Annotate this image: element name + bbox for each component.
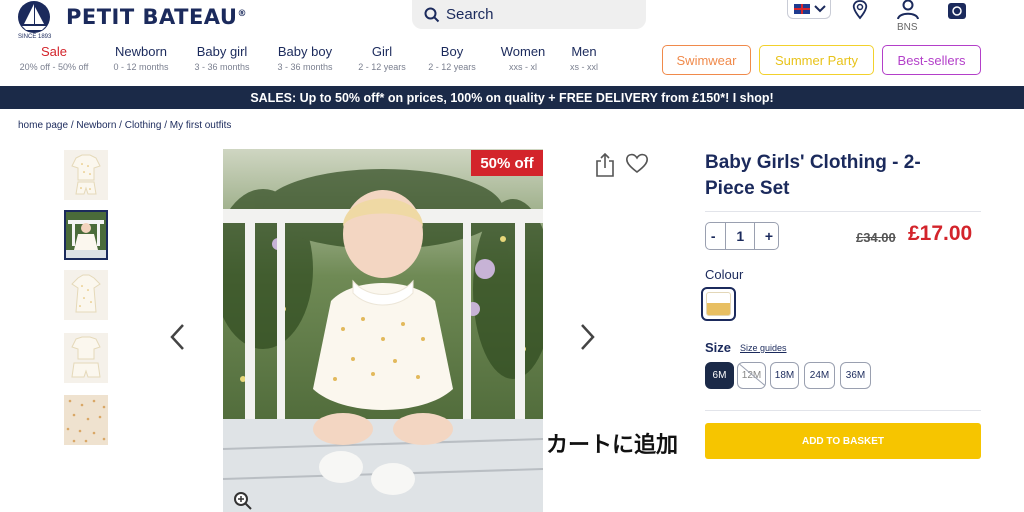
- location-pin-icon[interactable]: [851, 0, 869, 20]
- nav-subtitle: xxs - xl: [509, 62, 537, 72]
- product-title: Baby Girls' Clothing - 2-Piece Set: [705, 152, 921, 199]
- brand-name: PETIT BATEAU®: [66, 5, 247, 29]
- set-thumbnail-image: [71, 336, 101, 378]
- nav-subtitle: 20% off - 50% off: [19, 62, 89, 72]
- swatch-color: [706, 292, 731, 316]
- size-option-36m[interactable]: 36M: [840, 362, 871, 389]
- nav-subtitle: 0 - 12 months: [113, 62, 169, 72]
- discount-badge: 50% off: [471, 150, 543, 176]
- nav-title: Baby boy: [277, 44, 333, 59]
- nav-title: Baby girl: [196, 44, 248, 59]
- size-option-24m[interactable]: 24M: [804, 362, 835, 389]
- chevron-right-icon[interactable]: [579, 323, 597, 351]
- user-icon[interactable]: [896, 0, 920, 20]
- add-to-basket-button[interactable]: ADD TO BASKET: [705, 423, 981, 459]
- chevron-left-icon[interactable]: [168, 323, 186, 351]
- qty-separator: [753, 222, 755, 250]
- basket-icon[interactable]: [946, 0, 968, 20]
- qty-decrease-button[interactable]: -: [711, 228, 716, 244]
- qty-separator: [725, 222, 727, 250]
- nav-title: Girl: [371, 44, 393, 59]
- brand-logo[interactable]: PETIT BATEAU® SINCE 1893: [16, 0, 247, 40]
- nav-item-sale[interactable]: Sale 20% off - 50% off: [18, 44, 90, 72]
- nav-title: Women: [500, 44, 546, 59]
- size-option-6m[interactable]: 6M: [705, 362, 734, 389]
- thumbnail-5[interactable]: [64, 395, 108, 445]
- original-price: £34.00: [856, 230, 896, 245]
- nav-item-baby-boy[interactable]: Baby boy 3 - 36 months: [273, 44, 337, 72]
- zoom-icon[interactable]: [233, 491, 253, 511]
- annotation-label: カートに追加: [546, 433, 679, 458]
- search-bar[interactable]: Search: [412, 0, 646, 29]
- nav-item-newborn[interactable]: Newborn 0 - 12 months: [110, 44, 172, 72]
- colour-label: Colour: [705, 267, 744, 282]
- nav-title: Men: [571, 44, 597, 59]
- qty-increase-button[interactable]: +: [765, 228, 773, 244]
- pill-summer-party[interactable]: Summer Party: [759, 45, 874, 75]
- account-initials[interactable]: BNS: [897, 22, 918, 33]
- thumbnail-4[interactable]: [64, 333, 108, 383]
- baby-on-bench-photo: [223, 149, 543, 512]
- promo-banner[interactable]: SALES: Up to 50% off* on prices, 100% on…: [0, 86, 1024, 109]
- qty-value[interactable]: 1: [736, 228, 744, 244]
- baby-photo-thumbnail-image: [66, 212, 106, 258]
- size-option-12m[interactable]: 12M: [737, 362, 766, 389]
- search-label: Search: [446, 6, 494, 23]
- search-icon: [424, 7, 440, 22]
- fabric-detail-thumbnail-image: [64, 395, 108, 445]
- brand-tagline: SINCE 1893: [18, 34, 52, 40]
- nav-subtitle: 3 - 36 months: [277, 62, 333, 72]
- nav-item-men[interactable]: Men xs - xxl: [564, 44, 604, 72]
- main-product-image[interactable]: [223, 149, 543, 512]
- size-option-18m[interactable]: 18M: [770, 362, 799, 389]
- thumbnail-1[interactable]: [64, 150, 108, 200]
- sale-price: £17.00: [908, 222, 973, 245]
- pill-best-sellers[interactable]: Best-sellers: [882, 45, 981, 75]
- language-selector[interactable]: [787, 0, 831, 19]
- thumbnail-2[interactable]: [64, 210, 108, 260]
- thumbnail-3[interactable]: [64, 270, 108, 320]
- nav-item-boy[interactable]: Boy 2 - 12 years: [426, 44, 478, 72]
- uk-flag-icon: [794, 4, 810, 14]
- heart-icon[interactable]: [625, 152, 649, 174]
- breadcrumb[interactable]: home page / Newborn / Clothing / My firs…: [18, 120, 231, 131]
- colour-swatch-selected[interactable]: [701, 287, 736, 321]
- boat-logo-icon: [18, 1, 50, 33]
- share-icon[interactable]: [594, 152, 616, 178]
- size-label: Size: [705, 340, 732, 355]
- nav-item-baby-girl[interactable]: Baby girl 3 - 36 months: [191, 44, 253, 72]
- nav-title: Sale: [40, 44, 68, 59]
- nav-subtitle: 3 - 36 months: [194, 62, 250, 72]
- divider: [705, 410, 981, 411]
- nav-title: Boy: [440, 44, 464, 59]
- size-guide-link[interactable]: Size guides: [740, 343, 787, 353]
- nav-subtitle: 2 - 12 years: [428, 62, 476, 72]
- nav-item-women[interactable]: Women xxs - xl: [497, 44, 549, 72]
- site-header: PETIT BATEAU® SINCE 1893 Search BNS Sale…: [0, 0, 1024, 86]
- pill-swimwear[interactable]: Swimwear: [662, 45, 751, 75]
- nav-subtitle: xs - xxl: [570, 62, 598, 72]
- size-option-label: 12M: [741, 370, 762, 381]
- dress-thumbnail-image: [71, 274, 101, 313]
- nav-subtitle: 2 - 12 years: [358, 62, 406, 72]
- quantity-stepper[interactable]: - 1 +: [705, 222, 779, 250]
- nav-title: Newborn: [114, 44, 168, 59]
- chevron-down-icon: [814, 5, 826, 13]
- divider: [705, 211, 981, 212]
- nav-item-girl[interactable]: Girl 2 - 12 years: [356, 44, 408, 72]
- outfit-thumbnail-image: [71, 154, 101, 195]
